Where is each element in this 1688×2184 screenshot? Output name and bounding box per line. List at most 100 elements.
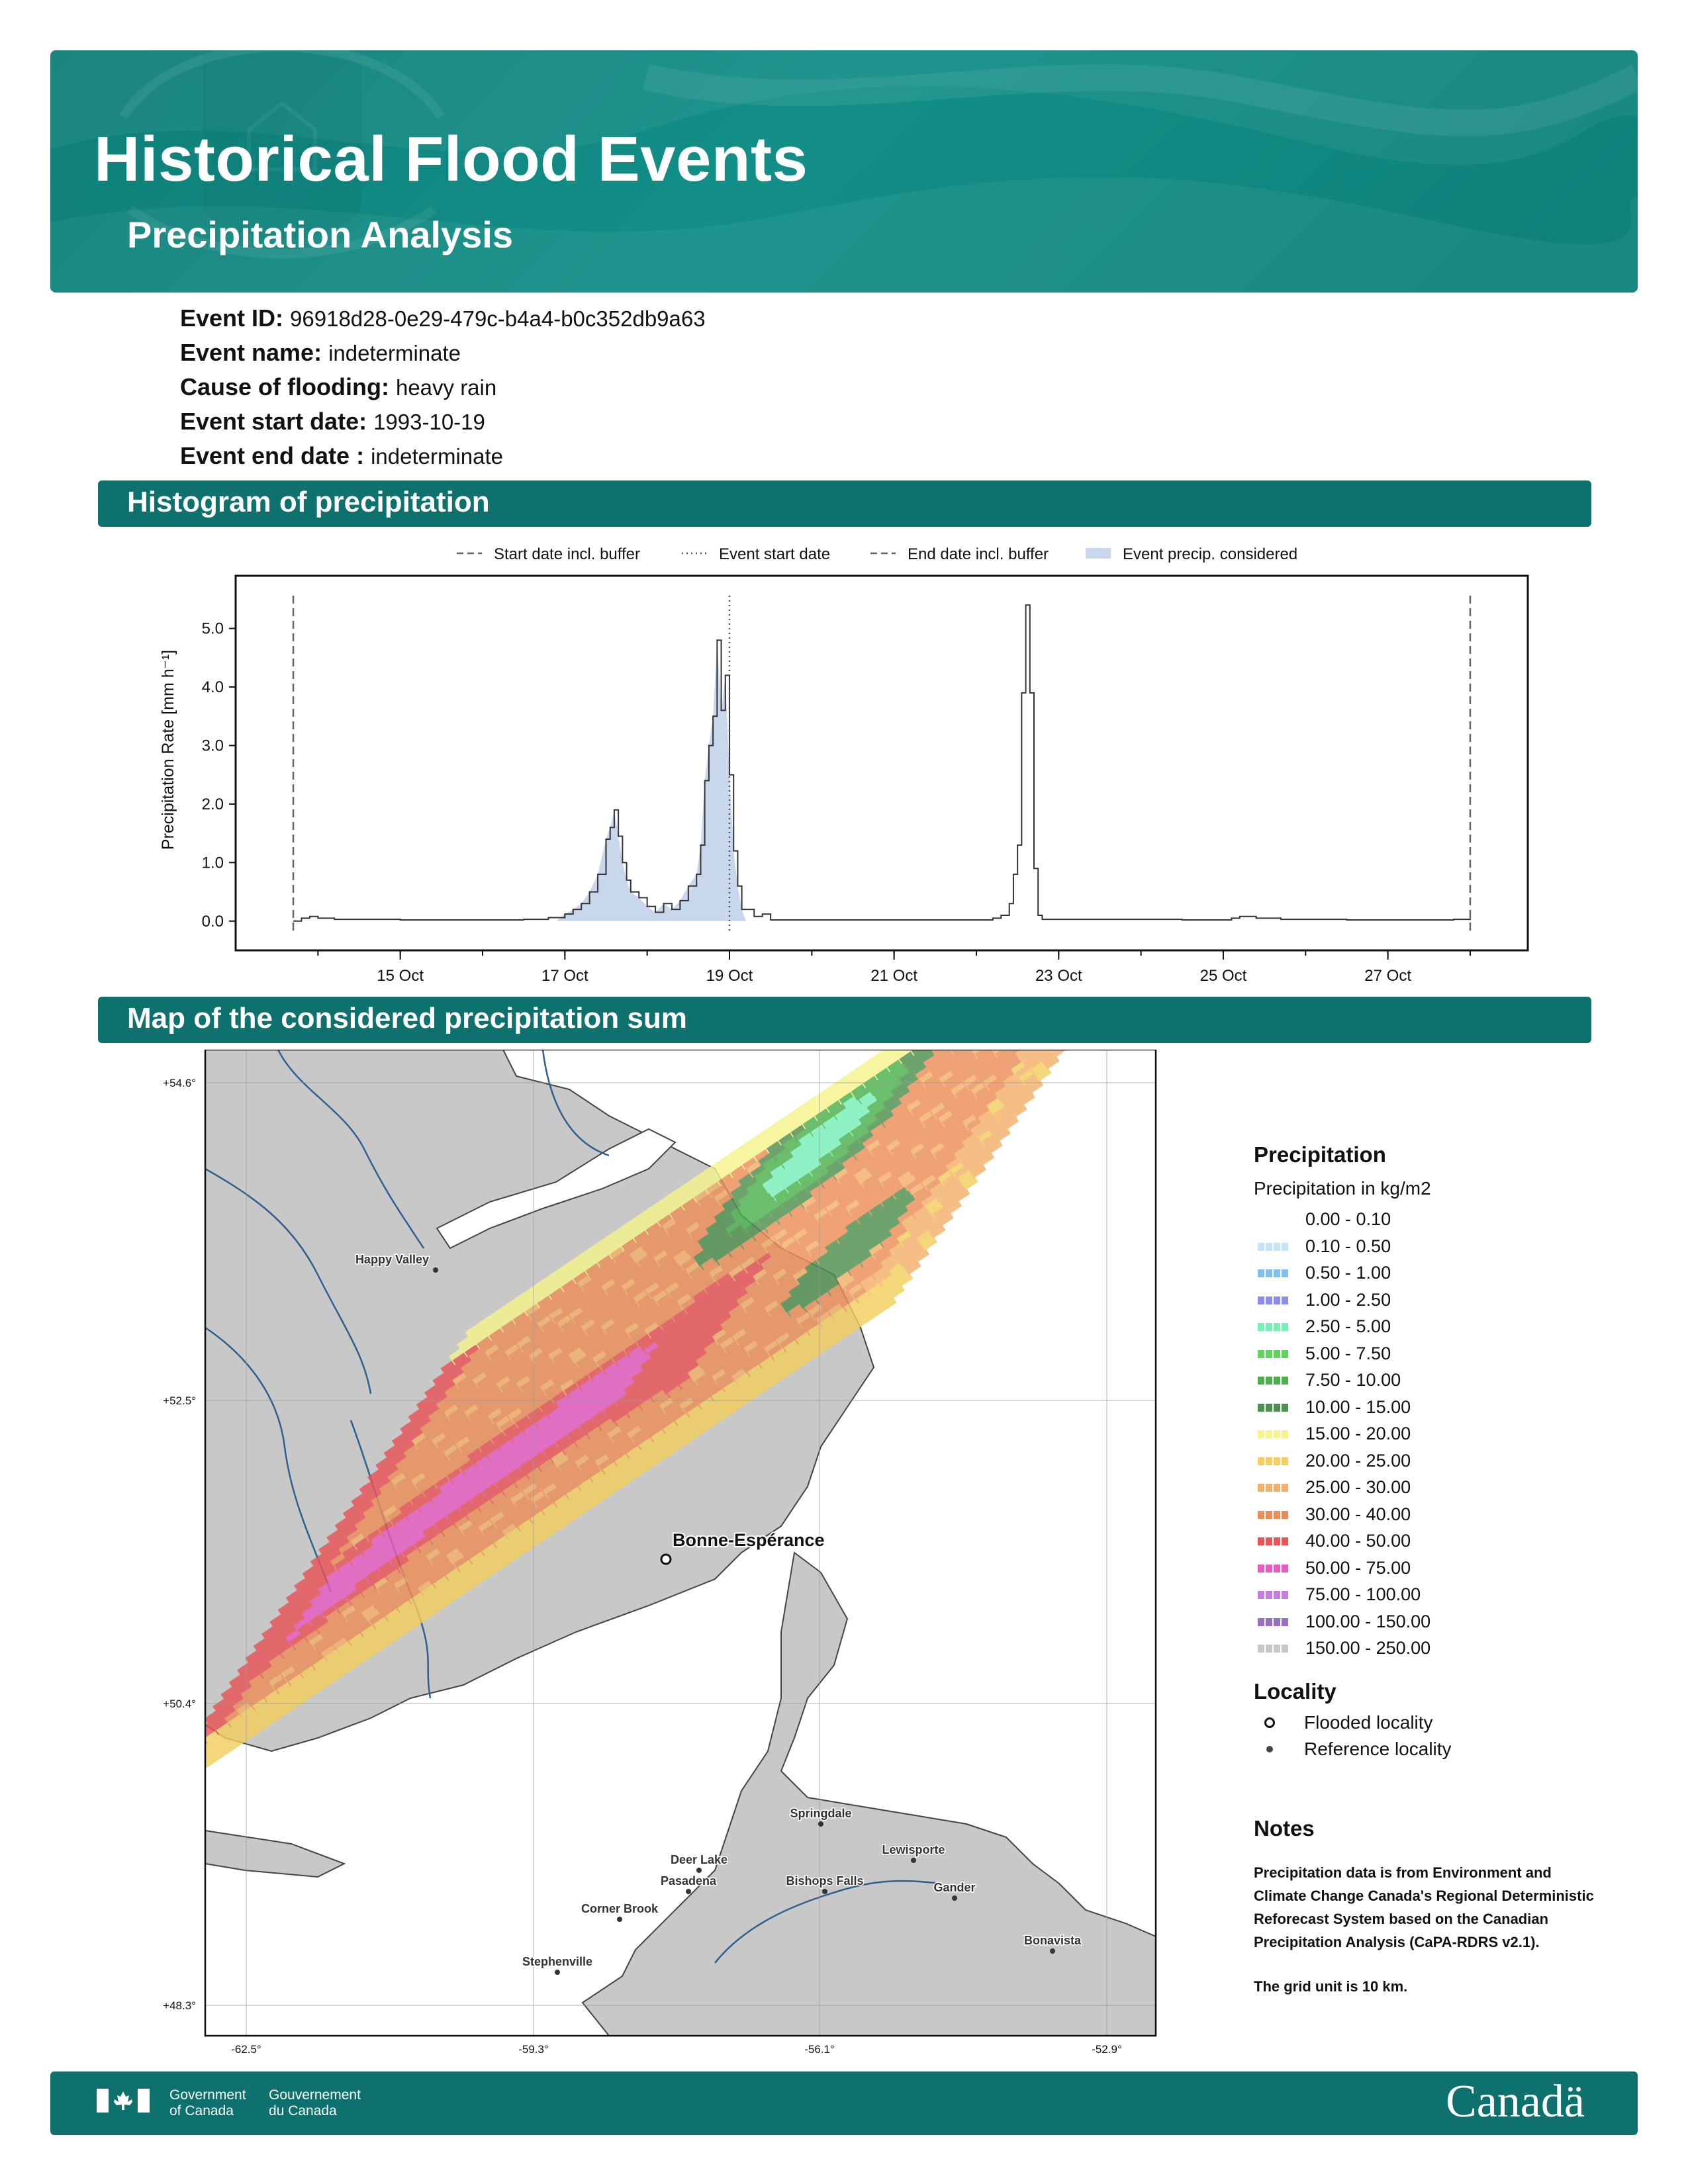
lon-label: -62.5°: [231, 2043, 261, 2056]
reference-locality-label: Gander: [933, 1881, 975, 1894]
reference-locality-dot: [433, 1267, 438, 1273]
x-tick-label-5: 25 Oct: [1200, 967, 1247, 985]
reference-locality-label: Happy Valley: [355, 1253, 429, 1266]
canada-flag-icon: [97, 2089, 150, 2113]
legend-class-item: 7.50 - 10.00: [1254, 1367, 1598, 1394]
legend-shade-swatch: [1086, 548, 1111, 559]
legend-class-label: 7.50 - 10.00: [1305, 1370, 1401, 1390]
y-tick-label-0: 0.0: [202, 913, 224, 931]
event-id-row: Event ID: 96918d28-0e29-479c-b4a4-b0c352d…: [180, 304, 706, 339]
legend-reference-locality: Reference locality: [1254, 1736, 1598, 1762]
start-date-value: 1993-10-19: [373, 410, 485, 434]
legend-swatch: [1258, 1510, 1289, 1519]
end-date-value: indeterminate: [371, 444, 504, 469]
lon-label: -52.9°: [1092, 2043, 1122, 2056]
legend-class-item: 30.00 - 40.00: [1254, 1501, 1598, 1528]
grid-cell: [176, 1762, 197, 1783]
event-name-label: Event name:: [180, 339, 322, 366]
legend-swatch: [1258, 1564, 1289, 1572]
legend-class-item: 40.00 - 50.00: [1254, 1527, 1598, 1555]
lat-label: +54.6°: [163, 1077, 196, 1089]
legend-class-item: 100.00 - 150.00: [1254, 1608, 1598, 1635]
legend-class-label: 40.00 - 50.00: [1305, 1531, 1411, 1551]
legend-class-label: 5.00 - 7.50: [1305, 1343, 1391, 1363]
x-tick-label-2: 19 Oct: [706, 967, 753, 985]
legend-swatch: [1258, 1296, 1289, 1304]
event-id-label: Event ID:: [180, 304, 284, 332]
gov-en-line1: Government: [169, 2087, 246, 2103]
reference-locality-label: Reference locality: [1304, 1738, 1452, 1759]
histogram-legend: Start date incl. buffer Event start date E…: [457, 545, 1297, 563]
reference-locality-label: Deer Lake: [671, 1853, 727, 1866]
legend-swatch: [1258, 1349, 1289, 1358]
legend-class-item: 1.00 - 2.50: [1254, 1287, 1598, 1314]
notes-data-source: Precipitation data is from Environment a…: [1254, 1864, 1594, 1950]
legend-title: Precipitation: [1254, 1142, 1386, 1167]
legend-class-label: 75.00 - 100.00: [1305, 1584, 1421, 1604]
reference-locality-marker-icon: [1266, 1745, 1273, 1752]
grid-cell: [184, 1751, 205, 1771]
histogram-section-title: Histogram of precipitation: [127, 486, 490, 518]
reference-locality-label: Pasadena: [661, 1874, 717, 1888]
legend-class-label: 20.00 - 25.00: [1305, 1450, 1411, 1471]
x-tick-label-6: 27 Oct: [1364, 967, 1411, 985]
legend-swatch: [1258, 1430, 1289, 1438]
precipitation-histogram: Start date incl. buffer Event start date E…: [132, 529, 1556, 996]
legend-class-label: 50.00 - 75.00: [1305, 1557, 1411, 1578]
reference-locality-dot: [911, 1858, 916, 1863]
event-name-value: indeterminate: [328, 341, 461, 365]
map-section-header: Map of the considered precipitation sum: [98, 997, 1591, 1043]
flooded-locality-label: Flooded locality: [1304, 1711, 1433, 1733]
legend-class-item: 0.10 - 0.50: [1254, 1233, 1598, 1260]
reference-locality-label: Bonavista: [1024, 1934, 1082, 1947]
end-date-row: Event end date : indeterminate: [180, 442, 706, 477]
legend-swatch: [1258, 1216, 1289, 1224]
lat-label: +48.3°: [163, 1999, 196, 2012]
legend-class-label: 0.10 - 0.50: [1305, 1236, 1391, 1256]
legend-flooded-locality: Flooded locality: [1254, 1709, 1598, 1736]
legend-class-item: 10.00 - 15.00: [1254, 1394, 1598, 1421]
cause-label: Cause of flooding:: [180, 373, 389, 400]
legend-class-label: 1.00 - 2.50: [1305, 1289, 1391, 1310]
y-tick-label-4: 4.0: [202, 678, 224, 696]
reference-locality-dot: [822, 1889, 827, 1894]
start-date-row: Event start date: 1993-10-19: [180, 408, 706, 442]
legend-swatch: [1258, 1537, 1289, 1545]
x-tick-label-4: 23 Oct: [1035, 967, 1082, 985]
legend-class-label: 30.00 - 40.00: [1305, 1504, 1411, 1524]
lat-label: +52.5°: [163, 1394, 196, 1407]
legend-swatch: [1258, 1323, 1289, 1331]
page-title: Historical Flood Events: [94, 124, 808, 195]
grid-cell: [172, 1758, 193, 1779]
legend-class-item: 0.00 - 0.10: [1254, 1206, 1598, 1233]
legend-class-item: 0.50 - 1.00: [1254, 1259, 1598, 1287]
notes-panel: Notes Precipitation data is from Environ…: [1254, 1816, 1598, 2019]
event-metadata: Event ID: 96918d28-0e29-479c-b4a4-b0c352d…: [180, 304, 706, 477]
legend-swatch: [1258, 1617, 1289, 1626]
legend-label-2: End date incl. buffer: [908, 545, 1049, 563]
gov-fr-line1: Gouvernement: [269, 2087, 361, 2103]
reference-locality-dot: [952, 1895, 957, 1901]
canada-wordmark: Canadä: [1446, 2076, 1585, 2127]
footer-bar: Government of Canada Gouvernement du Can…: [50, 2071, 1638, 2135]
y-axis-label: Precipitation Rate [mm h⁻¹]: [159, 650, 177, 850]
map-legend: Precipitation Precipitation in kg/m2 0.0…: [1254, 1142, 1598, 1762]
grid-cell: [164, 1771, 185, 1792]
reference-locality-dot: [617, 1917, 622, 1922]
legend-class-label: 100.00 - 150.00: [1305, 1611, 1431, 1631]
legend-swatch: [1258, 1377, 1289, 1385]
legend-class-label: 15.00 - 20.00: [1305, 1424, 1411, 1443]
x-tick-label-0: 15 Oct: [377, 967, 424, 985]
end-date-label: Event end date :: [180, 442, 365, 469]
lon-label: -59.3°: [518, 2043, 549, 2056]
map-content: Happy Valley Springdale Lewisporte Deer Lak…: [164, 1050, 1156, 2036]
reference-locality-dot: [818, 1821, 823, 1827]
legend-class-item: 2.50 - 5.00: [1254, 1313, 1598, 1340]
legend-swatch: [1258, 1403, 1289, 1412]
reference-locality-dot: [696, 1868, 702, 1873]
legend-swatch: [1258, 1242, 1289, 1251]
lon-label: -56.1°: [804, 2043, 835, 2056]
reference-locality-label: Corner Brook: [581, 1902, 659, 1915]
legend-swatch: [1258, 1591, 1289, 1599]
event-id-value: 96918d28-0e29-479c-b4a4-b0c352db9a63: [290, 306, 706, 331]
